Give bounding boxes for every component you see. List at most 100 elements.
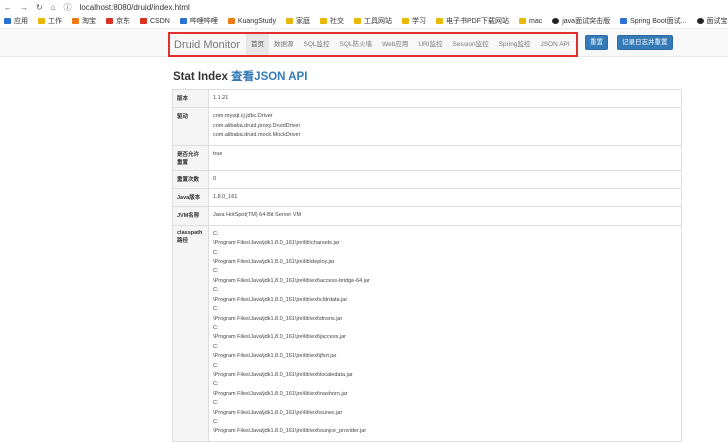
- bookmark-item[interactable]: CSDN: [140, 18, 170, 25]
- json-api-link[interactable]: 查看JSON API: [231, 71, 307, 83]
- table-row: 版本 1.1.21: [173, 90, 682, 108]
- value-line: C:: [213, 305, 677, 314]
- value-line: \Program Files\Java\jdk1.8.0_161\jre\lib…: [213, 315, 677, 324]
- bookmark-item[interactable]: 工具网站: [354, 16, 392, 26]
- address-bar: ← → ↻ ⌂ ⓘ localhost:8080/druid/index.htm…: [0, 0, 728, 14]
- bookmark-label: 电子书PDF下载网站: [446, 16, 509, 26]
- bookmark-label: java面试突击版: [562, 16, 610, 26]
- value-line: com.mysql.cj.jdbc.Driver: [213, 112, 677, 121]
- value-line: 0: [213, 175, 677, 184]
- value-line: C:: [213, 286, 677, 295]
- forward-icon[interactable]: →: [20, 3, 28, 12]
- value-line: Java HotSpot(TM) 64-Bit Server VM: [213, 211, 677, 220]
- folder-icon: [402, 18, 409, 24]
- nav-item[interactable]: 首页: [246, 34, 269, 55]
- row-key: 驱动: [173, 108, 209, 145]
- value-line: \Program Files\Java\jdk1.8.0_161\jre\lib…: [213, 390, 677, 399]
- bookmark-item[interactable]: mac: [519, 18, 542, 25]
- folder-icon: [286, 18, 293, 24]
- bookmark-item[interactable]: 京东: [106, 16, 130, 26]
- value-line: C:: [213, 362, 677, 371]
- spring-icon: [620, 18, 627, 24]
- value-line: \Program Files\Java\jdk1.8.0_161\jre\lib…: [213, 258, 677, 267]
- bookmark-item[interactable]: 家庭: [286, 16, 310, 26]
- bookmark-item[interactable]: java面试突击版: [552, 16, 610, 26]
- value-line: C:: [213, 324, 677, 333]
- bookmark-item[interactable]: Spring Boot面试...: [620, 16, 686, 26]
- value-line: C:: [213, 380, 677, 389]
- row-value: Java HotSpot(TM) 64-Bit Server VM: [209, 207, 682, 225]
- row-key: 是否允许重置: [173, 145, 209, 170]
- bookmark-item[interactable]: 哔哩哔哩: [180, 16, 218, 26]
- nav-item[interactable]: JSON API: [535, 34, 574, 55]
- home-icon[interactable]: ⌂: [51, 3, 56, 12]
- value-line: com.alibaba.druid.mock.MockDriver: [213, 131, 677, 140]
- nav-item[interactable]: URI监控: [413, 34, 447, 55]
- nav-item[interactable]: SQL监控: [299, 34, 335, 55]
- bookmark-item[interactable]: KuangStudy: [228, 18, 276, 25]
- nav-item[interactable]: 数据源: [269, 34, 299, 55]
- java-icon: [552, 18, 559, 24]
- reload-icon[interactable]: ↻: [36, 3, 43, 12]
- row-key: Java版本: [173, 189, 209, 207]
- value-line: \Program Files\Java\jdk1.8.0_161\jre\lib…: [213, 352, 677, 361]
- value-line: 1.1.21: [213, 94, 677, 103]
- page-title-prefix: Stat Index: [173, 71, 228, 83]
- bookmark-item[interactable]: 社交: [320, 16, 344, 26]
- bookmark-item[interactable]: 应用: [4, 16, 28, 26]
- folder-icon: [354, 18, 361, 24]
- value-line: C:: [213, 267, 677, 276]
- back-icon[interactable]: ←: [4, 3, 12, 12]
- value-line: \Program Files\Java\jdk1.8.0_161\jre\lib…: [213, 409, 677, 418]
- value-line: C:: [213, 399, 677, 408]
- value-line: \Program Files\Java\jdk1.8.0_161\jre\lib…: [213, 296, 677, 305]
- folder-icon: [519, 18, 526, 24]
- reset-button[interactable]: 重置: [585, 35, 608, 50]
- value-line: C:: [213, 230, 677, 239]
- table-row: JVM名称Java HotSpot(TM) 64-Bit Server VM: [173, 207, 682, 225]
- bookmark-label: 京东: [116, 16, 130, 26]
- row-value: 1.8.0_161: [209, 189, 682, 207]
- stat-table: 版本1.1.21驱动com.mysql.cj.jdbc.Drivercom.al…: [172, 89, 682, 442]
- apps-icon: [4, 18, 11, 24]
- table-row: 是否允许重置 true: [173, 145, 682, 170]
- jd-icon: [106, 18, 113, 24]
- nav-item[interactable]: Session监控: [448, 34, 494, 55]
- info-icon: ⓘ: [64, 2, 72, 13]
- row-key: 版本: [173, 90, 209, 108]
- bookmark-label: 应用: [14, 16, 28, 26]
- value-line: true: [213, 150, 677, 159]
- bookmark-label: 家庭: [296, 16, 310, 26]
- table-row: 重置次数 0: [173, 170, 682, 188]
- bookmark-item[interactable]: 工作: [38, 16, 62, 26]
- folder-icon: [38, 18, 45, 24]
- csdn-icon: [140, 18, 147, 24]
- value-line: \Program Files\Java\jdk1.8.0_161\jre\lib…: [213, 333, 677, 342]
- value-line: com.alibaba.druid.proxy.DruidDriver: [213, 122, 677, 131]
- bookmark-label: mac: [529, 18, 542, 25]
- bookmark-label: CSDN: [150, 18, 170, 25]
- bookmark-item[interactable]: 面试宝典2: [697, 16, 728, 26]
- row-value: 1.1.21: [209, 90, 682, 108]
- bilibili-icon: [180, 18, 187, 24]
- bookmark-label: 淘宝: [82, 16, 96, 26]
- bookmarks-bar: 应用工作 淘宝 京东 CSDN 哔哩哔哩 KuangStudy 家庭社交工具网站学习 电子书P…: [0, 14, 728, 29]
- bookmark-item[interactable]: 淘宝: [72, 16, 96, 26]
- table-row: Java版本1.8.0_161: [173, 189, 682, 207]
- nav-item[interactable]: SQL防火墙: [335, 34, 378, 55]
- url-text[interactable]: localhost:8080/druid/index.html: [80, 3, 190, 12]
- bookmark-item[interactable]: 学习: [402, 16, 426, 26]
- reset-log-button[interactable]: 记录日志并重置: [617, 35, 673, 50]
- brand-title[interactable]: Druid Monitor: [170, 39, 246, 51]
- nav-item[interactable]: Spring监控: [494, 34, 536, 55]
- value-line: \Program Files\Java\jdk1.8.0_161\jre\lib…: [213, 239, 677, 248]
- row-key: 重置次数: [173, 170, 209, 188]
- table-row: classpath路径C:\Program Files\Java\jdk1.8.…: [173, 225, 682, 441]
- row-value: C:\Program Files\Java\jdk1.8.0_161\jre\l…: [209, 225, 682, 441]
- bookmark-item[interactable]: 电子书PDF下载网站: [436, 16, 509, 26]
- value-line: C:: [213, 418, 677, 427]
- nav-item[interactable]: Web应用: [377, 34, 413, 55]
- value-line: \Program Files\Java\jdk1.8.0_161\jre\lib…: [213, 371, 677, 380]
- nav-highlight-box: Druid Monitor 首页数据源SQL监控SQL防火墙Web应用URI监控…: [168, 32, 578, 57]
- value-line: \Program Files\Java\jdk1.8.0_161\jre\lib…: [213, 427, 677, 436]
